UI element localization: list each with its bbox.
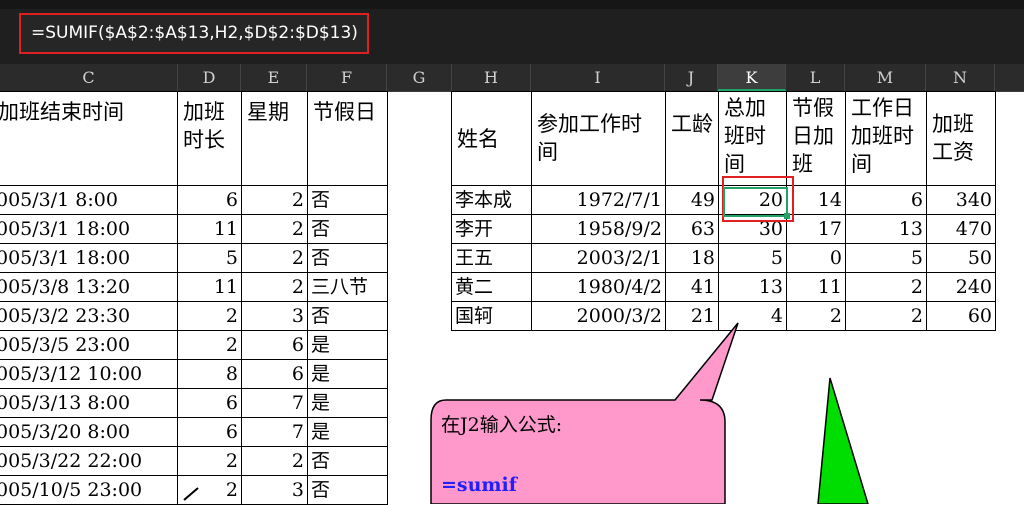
pointer-line [183, 487, 199, 501]
green-arrow [817, 377, 869, 504]
callout-instruction: 在J2输入公式: [441, 414, 563, 436]
callout-formula: =sumif [441, 474, 517, 496]
